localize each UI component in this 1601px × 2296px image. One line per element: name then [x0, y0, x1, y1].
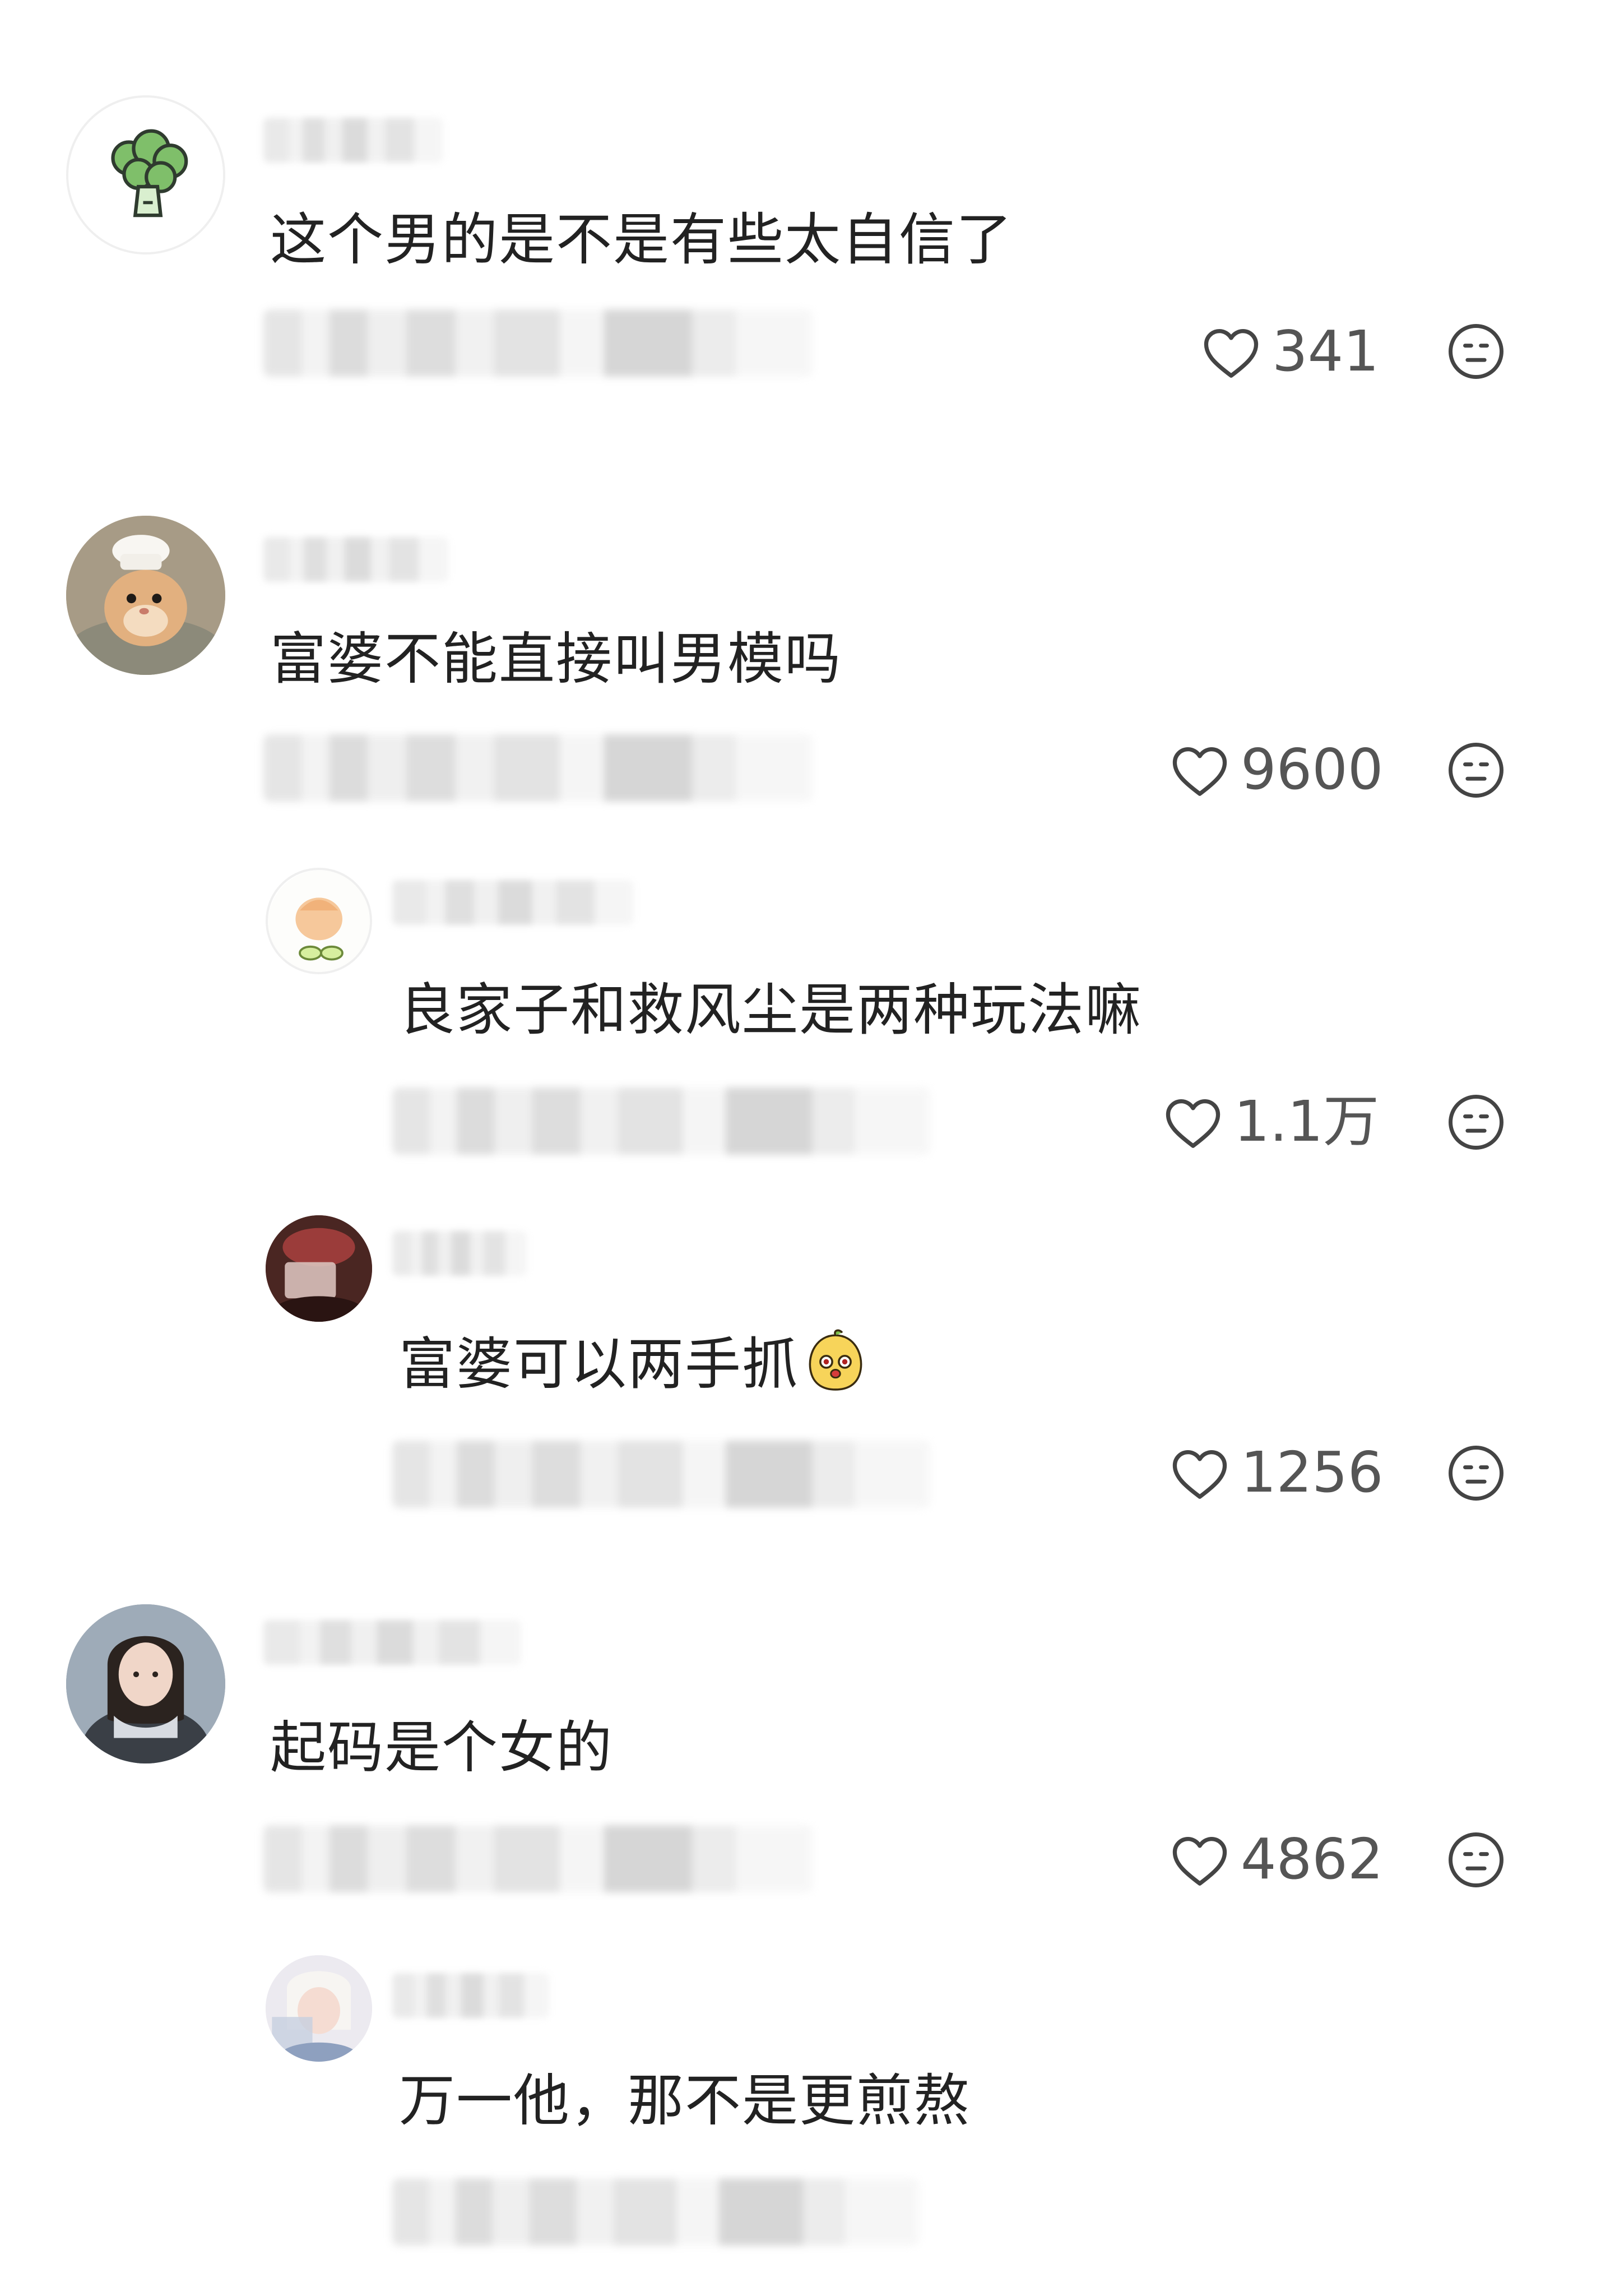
- username-redacted[interactable]: [392, 1973, 549, 2018]
- heart-outline-icon: [1172, 1837, 1227, 1886]
- anime-avatar-image: [266, 1955, 372, 2062]
- neutral-face-icon[interactable]: [1447, 1831, 1505, 1889]
- comment-text: 起码是个女的: [270, 1715, 613, 1780]
- avatar[interactable]: [66, 95, 225, 254]
- hamster-chef-image: [66, 516, 225, 675]
- avatar[interactable]: [266, 1215, 372, 1322]
- neutral-face-icon[interactable]: [1447, 1444, 1505, 1502]
- comment-text: 富婆可以两手抓: [399, 1327, 869, 1398]
- neutral-face-icon[interactable]: [1447, 741, 1505, 799]
- heart-outline-icon: [1166, 1099, 1221, 1148]
- like-button[interactable]: 1256: [1169, 1436, 1384, 1509]
- dark-photo-avatar-image: [266, 1215, 372, 1322]
- comment-text: 万一他，那不是更煎熬: [399, 2068, 971, 2133]
- avatar[interactable]: [66, 516, 225, 675]
- avatar[interactable]: [66, 1604, 225, 1763]
- username-redacted[interactable]: [263, 1620, 521, 1665]
- avatar[interactable]: [266, 1955, 372, 2062]
- username-redacted[interactable]: [392, 880, 633, 925]
- avatar[interactable]: [266, 868, 372, 974]
- username-redacted[interactable]: [263, 537, 448, 582]
- cartoon-avatar-image: [268, 870, 370, 972]
- comment-text: 良家子和救风尘是两种玩法嘛: [399, 977, 1142, 1043]
- broccoli-icon: [68, 98, 223, 252]
- heart-outline-icon: [1172, 1450, 1227, 1499]
- heart-outline-icon: [1204, 329, 1259, 378]
- comment-text: 这个男的是不是有些太自信了: [270, 207, 1013, 272]
- comment-meta-redacted: [263, 309, 813, 377]
- comment-meta-redacted: [392, 2178, 919, 2246]
- like-count: 4862: [1241, 1826, 1384, 1892]
- heart-outline-icon: [1172, 747, 1227, 796]
- girl-portrait-avatar-image: [66, 1604, 225, 1763]
- neutral-face-icon[interactable]: [1447, 1093, 1505, 1151]
- comment-meta-redacted: [263, 734, 813, 802]
- like-count: 341: [1272, 318, 1379, 384]
- mango-emoji-icon: [809, 1329, 862, 1391]
- like-button[interactable]: 341: [1200, 315, 1379, 388]
- like-button[interactable]: 9600: [1169, 733, 1384, 806]
- like-count: 1256: [1241, 1439, 1384, 1505]
- comment-text: 富婆不能直接叫男模吗: [270, 626, 842, 692]
- username-redacted[interactable]: [392, 1231, 527, 1276]
- like-count: 9600: [1241, 737, 1384, 802]
- comment-meta-redacted: [392, 1087, 930, 1155]
- like-count: 1.1万: [1234, 1089, 1380, 1154]
- comment-meta-redacted: [263, 1825, 813, 1892]
- username-redacted[interactable]: [263, 118, 443, 163]
- like-button[interactable]: 4862: [1169, 1823, 1384, 1896]
- neutral-face-icon[interactable]: [1447, 322, 1505, 381]
- comment-text-content: 富婆可以两手抓: [399, 1331, 799, 1397]
- like-button[interactable]: 1.1万: [1162, 1085, 1379, 1158]
- comment-list: 这个男的是不是有些太自信了 341 富婆不能直接叫男模吗 9600 良家子和救风…: [0, 0, 1601, 2296]
- comment-meta-redacted: [392, 1441, 930, 1508]
